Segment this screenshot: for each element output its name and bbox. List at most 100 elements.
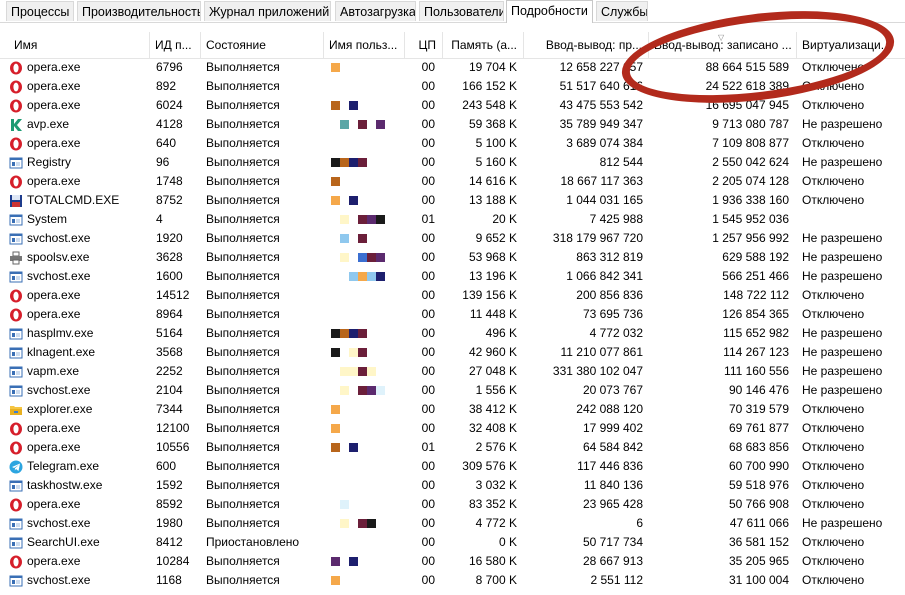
process-io-read: 7 425 988 xyxy=(589,212,643,226)
process-io-read: 23 965 428 xyxy=(582,497,643,511)
table-row[interactable]: opera.exe 10284 Выполняется 00 16 580 K 28 66… xyxy=(0,552,905,571)
column-user[interactable]: Имя польз... xyxy=(325,32,405,58)
process-memory: 53 968 K xyxy=(468,250,517,264)
process-virtualization: Не разрешено xyxy=(802,231,883,245)
column-header: Имя ИД п... Состояние Имя польз... ЦП Па… xyxy=(0,32,905,59)
redaction-block xyxy=(367,386,376,396)
tab-details[interactable]: Подробности xyxy=(506,0,593,23)
table-row[interactable]: opera.exe 6796 Выполняется 00 19 704 K 12 658… xyxy=(0,58,905,77)
column-io-read[interactable]: Ввод-вывод: пр... xyxy=(525,32,649,58)
process-memory: 11 448 K xyxy=(469,307,517,321)
tab-performance[interactable]: Производительность xyxy=(77,1,201,21)
table-row[interactable]: svchost.exe 1920 Выполняется 00 9 652 K 318 1… xyxy=(0,229,905,248)
process-cpu: 00 xyxy=(421,79,435,93)
table-row[interactable]: avp.exe 4128 Выполняется 00 59 368 K 35 789 9… xyxy=(0,115,905,134)
redaction-block xyxy=(349,386,358,395)
column-virtualization[interactable]: Виртуализаци... xyxy=(798,32,905,58)
tab-app-history[interactable]: Журнал приложений xyxy=(204,1,331,21)
redaction-block xyxy=(340,348,349,357)
process-virtualization: Не разрешено xyxy=(802,117,883,131)
process-cpu: 00 xyxy=(421,345,435,359)
redaction-block xyxy=(340,519,349,529)
redaction-block xyxy=(340,215,349,225)
process-state: Выполняется xyxy=(206,231,280,245)
table-row[interactable]: System 4 Выполняется 01 20 K 7 425 988 1 545 9… xyxy=(0,210,905,229)
table-row[interactable]: vapm.exe 2252 Выполняется 00 27 048 K 331 380… xyxy=(0,362,905,381)
process-virtualization: Не разрешено xyxy=(802,383,883,397)
table-row[interactable]: Registry 96 Выполняется 00 5 160 K 812 544 2 5… xyxy=(0,153,905,172)
window-icon xyxy=(9,270,23,284)
process-name: avp.exe xyxy=(27,117,70,131)
process-virtualization: Отключено xyxy=(802,60,865,74)
redaction-block xyxy=(340,158,349,168)
process-name: opera.exe xyxy=(27,440,81,454)
process-pid: 8592 xyxy=(156,497,183,511)
redaction-block xyxy=(331,500,340,509)
obscured-username xyxy=(331,552,358,571)
table-row[interactable]: spoolsv.exe 3628 Выполняется 00 53 968 K 863 … xyxy=(0,248,905,267)
column-cpu[interactable]: ЦП xyxy=(406,32,443,58)
process-virtualization: Отключено xyxy=(802,478,865,492)
obscured-username xyxy=(331,419,340,438)
process-memory: 32 408 K xyxy=(468,421,517,435)
redaction-block xyxy=(340,120,349,130)
process-state: Выполняется xyxy=(206,364,280,378)
column-pid[interactable]: ИД п... xyxy=(151,32,201,58)
process-pid: 3628 xyxy=(156,250,183,264)
tab-users[interactable]: Пользователи xyxy=(419,1,504,21)
redaction-block xyxy=(340,234,349,244)
process-io-write: 69 761 877 xyxy=(728,421,789,435)
redaction-block xyxy=(367,519,376,529)
table-row[interactable]: opera.exe 1748 Выполняется 00 14 616 K 18 667… xyxy=(0,172,905,191)
tab-processes[interactable]: Процессы xyxy=(6,1,74,21)
table-row[interactable]: opera.exe 8592 Выполняется 00 83 352 K 23 965… xyxy=(0,495,905,514)
table-row[interactable]: opera.exe 640 Выполняется 00 5 100 K 3 689 07… xyxy=(0,134,905,153)
process-memory: 13 188 K xyxy=(468,193,517,207)
redaction-block xyxy=(349,443,358,453)
process-pid: 600 xyxy=(156,459,177,473)
table-row[interactable]: opera.exe 10556 Выполняется 01 2 576 K 64 584… xyxy=(0,438,905,457)
process-name: explorer.exe xyxy=(27,402,93,416)
table-row[interactable]: opera.exe 6024 Выполняется 00 243 548 K 43 47… xyxy=(0,96,905,115)
table-row[interactable]: svchost.exe 1980 Выполняется 00 4 772 K 6 47 6… xyxy=(0,514,905,533)
column-state[interactable]: Состояние xyxy=(202,32,324,58)
redaction-block xyxy=(331,177,340,187)
process-io-write: 70 319 579 xyxy=(728,402,789,416)
table-row[interactable]: klnagent.exe 3568 Выполняется 00 42 960 K 11 … xyxy=(0,343,905,362)
table-row[interactable]: Telegram.exe 600 Выполняется 00 309 576 K 117… xyxy=(0,457,905,476)
process-state: Приостановлено xyxy=(206,535,300,549)
redaction-block xyxy=(331,120,340,129)
table-row[interactable]: explorer.exe 7344 Выполняется 00 38 412 K 242… xyxy=(0,400,905,419)
table-row[interactable]: opera.exe 14512 Выполняется 00 139 156 K 200 … xyxy=(0,286,905,305)
process-state: Выполняется xyxy=(206,98,280,112)
process-pid: 2104 xyxy=(156,383,183,397)
process-name: taskhostw.exe xyxy=(27,478,103,492)
tab-startup[interactable]: Автозагрузка xyxy=(335,1,416,21)
table-row[interactable]: hasplmv.exe 5164 Выполняется 00 496 K 4 772 0… xyxy=(0,324,905,343)
process-io-write: 24 522 618 389 xyxy=(705,79,789,93)
process-cpu: 00 xyxy=(421,250,435,264)
process-name: opera.exe xyxy=(27,497,81,511)
table-row[interactable]: opera.exe 892 Выполняется 00 166 152 K 51 517… xyxy=(0,77,905,96)
process-io-read: 35 789 949 347 xyxy=(559,117,643,131)
process-io-read: 4 772 032 xyxy=(589,326,643,340)
column-memory[interactable]: Память (а... xyxy=(444,32,524,58)
process-io-write: 7 109 808 877 xyxy=(712,136,789,150)
table-row[interactable]: opera.exe 8964 Выполняется 00 11 448 K 73 695… xyxy=(0,305,905,324)
table-row[interactable]: opera.exe 12100 Выполняется 00 32 408 K 17 99… xyxy=(0,419,905,438)
table-row[interactable]: SearchUI.exe 8412 Приостановлено 00 0 K 50 71… xyxy=(0,533,905,552)
redaction-block xyxy=(349,101,358,111)
opera-icon xyxy=(9,99,23,113)
table-row[interactable]: taskhostw.exe 1592 Выполняется 00 3 032 K 11 … xyxy=(0,476,905,495)
table-row[interactable]: svchost.exe 2104 Выполняется 00 1 556 K 20 07… xyxy=(0,381,905,400)
process-cpu: 00 xyxy=(421,193,435,207)
table-row[interactable]: svchost.exe 1168 Выполняется 00 8 700 K 2 551… xyxy=(0,571,905,590)
process-pid: 5164 xyxy=(156,326,183,340)
table-row[interactable]: TOTALCMD.EXE 8752 Выполняется 00 13 188 K 1 0… xyxy=(0,191,905,210)
tab-services[interactable]: Службы xyxy=(596,1,648,21)
table-row[interactable]: svchost.exe 1600 Выполняется 00 13 196 K 1 06… xyxy=(0,267,905,286)
obscured-username xyxy=(331,248,385,267)
obscured-username xyxy=(331,153,367,172)
column-name[interactable]: Имя xyxy=(10,32,150,58)
process-pid: 96 xyxy=(156,155,170,169)
